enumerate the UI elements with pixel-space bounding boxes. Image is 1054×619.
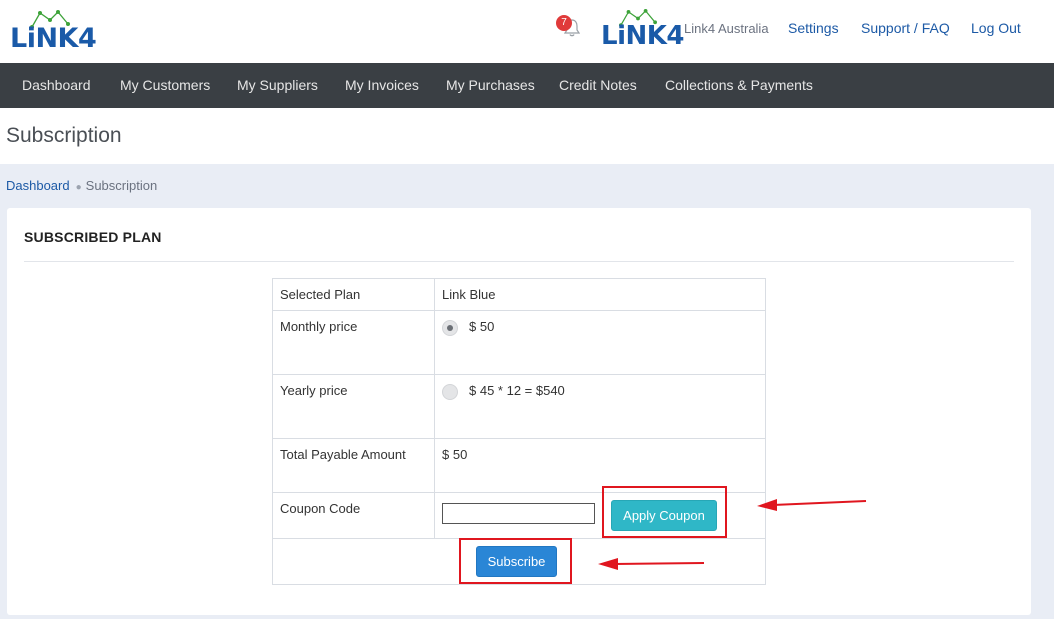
monthly-price-value: $ 50 <box>469 319 495 334</box>
breadcrumb-separator-icon: ● <box>75 182 82 193</box>
subscribe-highlight-box <box>459 538 572 584</box>
support-faq-link[interactable]: Support / FAQ <box>861 20 950 36</box>
card-divider <box>24 261 1014 262</box>
link4-logo[interactable]: LiNK4 <box>10 10 97 54</box>
subscribe-arrow-icon <box>598 558 705 570</box>
nav-my-purchases[interactable]: My Purchases <box>446 77 535 93</box>
main-navbar: Dashboard My Customers My Suppliers My I… <box>0 63 1054 108</box>
yearly-price-value: $ 45 * 12 = $540 <box>469 383 565 398</box>
coupon-code-input[interactable] <box>442 503 595 524</box>
breadcrumb: Dashboard ● Subscription <box>6 178 157 193</box>
nav-credit-notes[interactable]: Credit Notes <box>559 77 637 93</box>
cell-divider <box>434 279 435 310</box>
page-title: Subscription <box>6 124 122 147</box>
nav-my-customers[interactable]: My Customers <box>120 77 210 93</box>
logout-link[interactable]: Log Out <box>971 20 1021 36</box>
company-name: Link4 Australia <box>684 21 769 36</box>
breadcrumb-current: Subscription <box>85 178 158 193</box>
cell-divider <box>434 439 435 492</box>
top-header: LiNK4 7 LiNK4 Link4 Australia Settings S… <box>0 0 1054 63</box>
notification-bell[interactable]: 7 <box>556 15 584 41</box>
cell-divider <box>434 375 435 438</box>
settings-link[interactable]: Settings <box>788 20 839 36</box>
company-logo: LiNK4 <box>601 9 684 51</box>
table-row-selected-plan: Selected Plan Link Blue <box>273 279 765 311</box>
selected-plan-label: Selected Plan <box>280 287 361 302</box>
yearly-price-label: Yearly price <box>280 383 348 398</box>
apply-coupon-arrow-icon <box>757 499 867 511</box>
table-row-yearly-price: Yearly price $ 45 * 12 = $540 <box>273 375 765 439</box>
apply-coupon-highlight-box <box>602 486 727 538</box>
cell-divider <box>434 493 435 538</box>
monthly-price-label: Monthly price <box>280 319 358 334</box>
monthly-price-radio[interactable] <box>442 320 458 336</box>
coupon-code-label: Coupon Code <box>280 501 361 516</box>
table-row-monthly-price: Monthly price $ 50 <box>273 311 765 375</box>
nav-my-suppliers[interactable]: My Suppliers <box>237 77 318 93</box>
card-title: SUBSCRIBED PLAN <box>24 229 162 245</box>
table-row-total-payable: Total Payable Amount $ 50 <box>273 439 765 493</box>
total-payable-label: Total Payable Amount <box>280 447 406 462</box>
company-logo-text: LiNK4 <box>601 21 684 51</box>
notification-count-badge: 7 <box>556 15 572 31</box>
breadcrumb-dashboard-link[interactable]: Dashboard <box>6 178 70 193</box>
nav-dashboard[interactable]: Dashboard <box>22 77 91 93</box>
nav-my-invoices[interactable]: My Invoices <box>345 77 419 93</box>
logo-text: LiNK4 <box>10 23 97 54</box>
cell-divider <box>434 311 435 374</box>
selected-plan-value: Link Blue <box>442 287 496 302</box>
total-payable-value: $ 50 <box>442 447 468 462</box>
nav-collections-payments[interactable]: Collections & Payments <box>665 77 813 93</box>
yearly-price-radio[interactable] <box>442 384 458 400</box>
